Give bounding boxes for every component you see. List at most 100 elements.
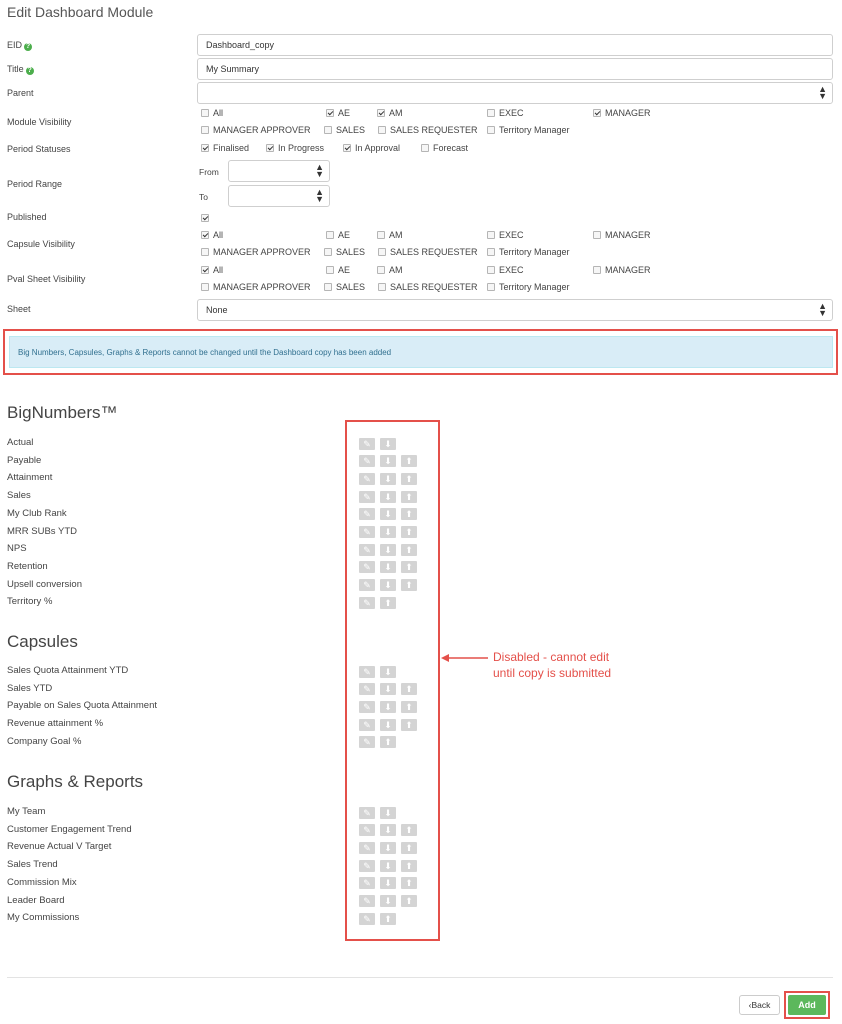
checkbox-icon[interactable] [326, 109, 334, 117]
checkbox-in-progress[interactable]: In Progress [266, 143, 324, 153]
list-item-mrr-subs-ytd: MRR SUBs YTD [7, 525, 78, 537]
checkbox-icon[interactable] [201, 248, 209, 256]
checkbox-icon[interactable] [487, 126, 495, 134]
checkbox-manager-approver[interactable]: MANAGER APPROVER [201, 125, 311, 135]
title-label-text: Title [7, 64, 24, 74]
module-visibility-label: Module Visibility [7, 117, 72, 127]
checkbox-label: AM [389, 265, 403, 275]
period-statuses-label: Period Statuses [7, 144, 71, 154]
checkbox-exec[interactable]: EXEC [487, 230, 524, 240]
checkbox-manager[interactable]: MANAGER [593, 265, 651, 275]
checkbox-icon[interactable] [421, 144, 429, 152]
list-item-attainment: Attainment [7, 472, 53, 484]
checkbox-sales-requester[interactable]: SALES REQUESTER [378, 247, 478, 257]
to-label: To [199, 192, 208, 202]
checkbox-territory-manager[interactable]: Territory Manager [487, 125, 570, 135]
checkbox-exec[interactable]: EXEC [487, 265, 524, 275]
checkbox-icon[interactable] [378, 126, 386, 134]
sheet-select[interactable]: None ▲ ▼ [197, 299, 833, 321]
checkbox-icon[interactable] [487, 248, 495, 256]
checkbox-sales[interactable]: SALES [324, 247, 365, 257]
checkbox-all[interactable]: All [201, 265, 223, 275]
checkbox-icon[interactable] [593, 266, 601, 274]
select-arrows-icon: ▲ ▼ [818, 301, 827, 318]
checkbox-in-approval[interactable]: In Approval [343, 143, 400, 153]
published-checkbox[interactable] [201, 213, 213, 223]
checkbox-sales-requester[interactable]: SALES REQUESTER [378, 282, 478, 292]
checkbox-territory-manager[interactable]: Territory Manager [487, 282, 570, 292]
period-to-select[interactable]: ▲ ▼ [228, 185, 330, 207]
checkbox-icon[interactable] [377, 231, 385, 239]
checkbox-icon[interactable] [487, 283, 495, 291]
checkbox-finalised[interactable]: Finalised [201, 143, 249, 153]
checkbox-sales-requester[interactable]: SALES REQUESTER [378, 125, 478, 135]
eid-field[interactable]: Dashboard_copy [197, 34, 833, 56]
period-from-select[interactable]: ▲ ▼ [228, 160, 330, 182]
title-label: Title? [7, 64, 34, 75]
checkbox-ae[interactable]: AE [326, 230, 350, 240]
period-range-label: Period Range [7, 179, 63, 189]
capsule-visibility-label: Capsule Visibility [7, 239, 75, 249]
checkbox-icon[interactable] [201, 283, 209, 291]
checkbox-icon[interactable] [266, 144, 274, 152]
parent-label: Parent [7, 88, 34, 98]
checkbox-icon[interactable] [593, 231, 601, 239]
checkbox-am[interactable]: AM [377, 230, 403, 240]
checkbox-label: AM [389, 108, 403, 118]
checkbox-icon[interactable] [343, 144, 351, 152]
list-item-upsell-conversion: Upsell conversion [7, 578, 82, 590]
add-button[interactable]: Add [788, 995, 826, 1015]
eid-label-text: EID [7, 40, 23, 50]
checkbox-exec[interactable]: EXEC [487, 108, 524, 118]
checkbox-am[interactable]: AM [377, 265, 403, 275]
checkbox-label: MANAGER APPROVER [213, 125, 311, 135]
checkbox-icon[interactable] [324, 126, 332, 134]
checkbox-ae[interactable]: AE [326, 108, 350, 118]
checkbox-manager-approver[interactable]: MANAGER APPROVER [201, 282, 311, 292]
checkbox-forecast[interactable]: Forecast [421, 143, 468, 153]
checkbox-icon[interactable] [378, 248, 386, 256]
checkbox-all[interactable]: All [201, 108, 223, 118]
checkbox-am[interactable]: AM [377, 108, 403, 118]
checkbox-icon[interactable] [201, 231, 209, 239]
list-item-my-commissions: My Commissions [7, 912, 80, 924]
checkbox-sales[interactable]: SALES [324, 282, 365, 292]
checkbox-icon[interactable] [201, 144, 209, 152]
page-title: Edit Dashboard Module [7, 4, 154, 20]
checkbox-icon[interactable] [201, 214, 209, 222]
checkbox-icon[interactable] [593, 109, 601, 117]
checkbox-icon[interactable] [201, 109, 209, 117]
checkbox-label: MANAGER APPROVER [213, 282, 311, 292]
checkbox-icon[interactable] [487, 266, 495, 274]
title-field[interactable]: My Summary [197, 58, 833, 80]
checkbox-icon[interactable] [326, 231, 334, 239]
section-title-graphs-reports: Graphs & Reports [7, 772, 144, 791]
checkbox-icon[interactable] [324, 283, 332, 291]
checkbox-manager[interactable]: MANAGER [593, 108, 651, 118]
checkbox-icon[interactable] [377, 266, 385, 274]
checkbox-icon[interactable] [201, 126, 209, 134]
pval-sheet-visibility-label: Pval Sheet Visibility [7, 274, 86, 284]
checkbox-sales[interactable]: SALES [324, 125, 365, 135]
checkbox-label: SALES REQUESTER [390, 247, 478, 257]
checkbox-icon[interactable] [324, 248, 332, 256]
checkbox-label: SALES REQUESTER [390, 125, 478, 135]
checkbox-ae[interactable]: AE [326, 265, 350, 275]
checkbox-icon[interactable] [378, 283, 386, 291]
checkbox-icon[interactable] [201, 266, 209, 274]
back-button[interactable]: ‹Back [739, 995, 780, 1015]
checkbox-icon[interactable] [487, 109, 495, 117]
checkbox-icon[interactable] [326, 266, 334, 274]
checkbox-manager-approver[interactable]: MANAGER APPROVER [201, 247, 311, 257]
checkbox-territory-manager[interactable]: Territory Manager [487, 247, 570, 257]
checkbox-icon[interactable] [377, 109, 385, 117]
checkbox-label: Finalised [213, 143, 250, 153]
checkbox-label: MANAGER [605, 230, 651, 240]
checkbox-label: SALES REQUESTER [390, 282, 478, 292]
checkbox-all[interactable]: All [201, 230, 223, 240]
checkbox-icon[interactable] [487, 231, 495, 239]
help-icon[interactable]: ? [25, 67, 34, 75]
help-icon[interactable]: ? [24, 43, 33, 51]
parent-select[interactable]: ▲ ▼ [197, 82, 833, 104]
checkbox-manager[interactable]: MANAGER [593, 230, 651, 240]
